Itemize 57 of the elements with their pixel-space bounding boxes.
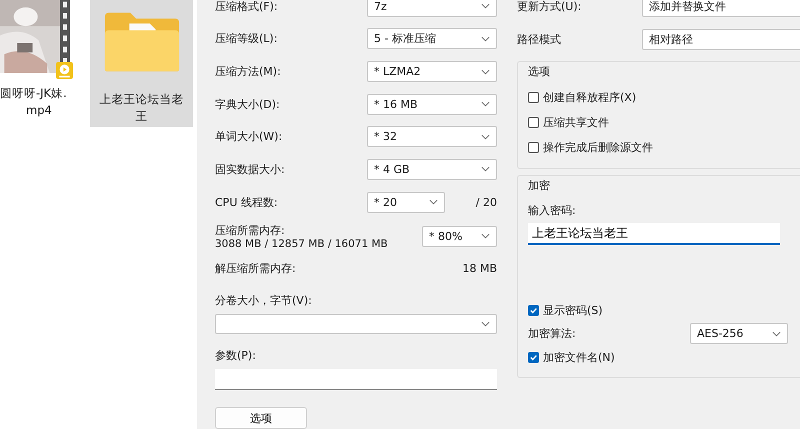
dropdown[interactable]: * LZMA2 [367,61,497,82]
dropdown[interactable]: 相对路径 [642,29,800,50]
chevron-icon [481,321,490,328]
file-item[interactable]: 圆呀呀-JK妹. mp4 [0,0,76,119]
field-label: CPU 线程数: [215,194,279,210]
checkbox[interactable]: 创建自释放程序(X) [528,85,792,110]
check-icon [529,352,538,362]
memory-value: 18 MB [462,262,497,276]
chevron-icon [481,3,490,10]
dropdown[interactable]: 添加并替换文件 [642,0,800,17]
field-label: 压缩方法(M): [215,64,282,80]
dropdown[interactable]: * 16 MB [367,94,497,115]
field-label: 单词大小(W): [215,129,284,144]
checkbox[interactable]: 压缩共享文件 [528,110,792,135]
dropdown[interactable]: * 80% [422,226,497,247]
chevron-icon [481,233,490,240]
chevron-icon [481,36,490,42]
options-button[interactable]: 选项 [215,407,307,429]
check-icon [529,306,538,316]
checkbox[interactable]: 加密文件名(N) [528,345,792,369]
dropdown[interactable]: * 32 [367,126,497,148]
field-label: 字典大小(D): [215,96,281,112]
thread-max: / 20 [476,196,497,209]
field-label: 固实数据大小: [215,162,286,177]
file-name: 圆呀呀-JK妹. mp4 [0,85,67,119]
field-label: 加密算法: [528,326,576,342]
chevron-icon [481,101,490,108]
field-label: 分卷大小，字节(V): [215,292,313,308]
chevron-icon [429,199,438,206]
field-label: 压缩等级(L): [215,31,278,46]
field-label: 输入密码: [528,203,577,218]
file-name: 上老王论坛当老 王 [100,91,184,125]
chevron-icon [481,134,490,140]
group-title: 加密 [527,178,551,193]
field-label: 解压缩所需内存: [215,261,297,276]
dropdown[interactable]: 5 - 标准压缩 [367,28,497,50]
folder-item[interactable]: 上老王论坛当老 王 [90,0,193,127]
chevron-icon [481,68,490,75]
checkbox[interactable]: 显示密码(S) [528,298,792,323]
chevron-icon [772,330,781,337]
play-badge-icon [56,62,73,79]
field-label: 压缩格式(F): [215,0,279,14]
dropdown[interactable]: * 20 [367,192,445,213]
memory-usage: 3088 MB / 12857 MB / 16071 MB [215,238,388,250]
field-label: 更新方式(U): [517,0,582,14]
field-label: 路径模式 [517,32,562,47]
field-label: 参数(P): [215,348,257,364]
folder-icon [102,10,180,74]
password-field[interactable]: 上老王论坛当老王 [528,223,780,246]
dropdown[interactable]: AES-256 [690,323,788,344]
checkbox[interactable]: 操作完成后删除源文件 [528,135,792,160]
dropdown[interactable]: 7z [367,0,497,17]
dropdown[interactable]: * 4 GB [367,158,497,180]
field-label: 压缩所需内存: [215,222,286,238]
parameters-field[interactable] [215,369,497,390]
chevron-icon [481,166,490,172]
group-title: 选项 [527,64,551,79]
